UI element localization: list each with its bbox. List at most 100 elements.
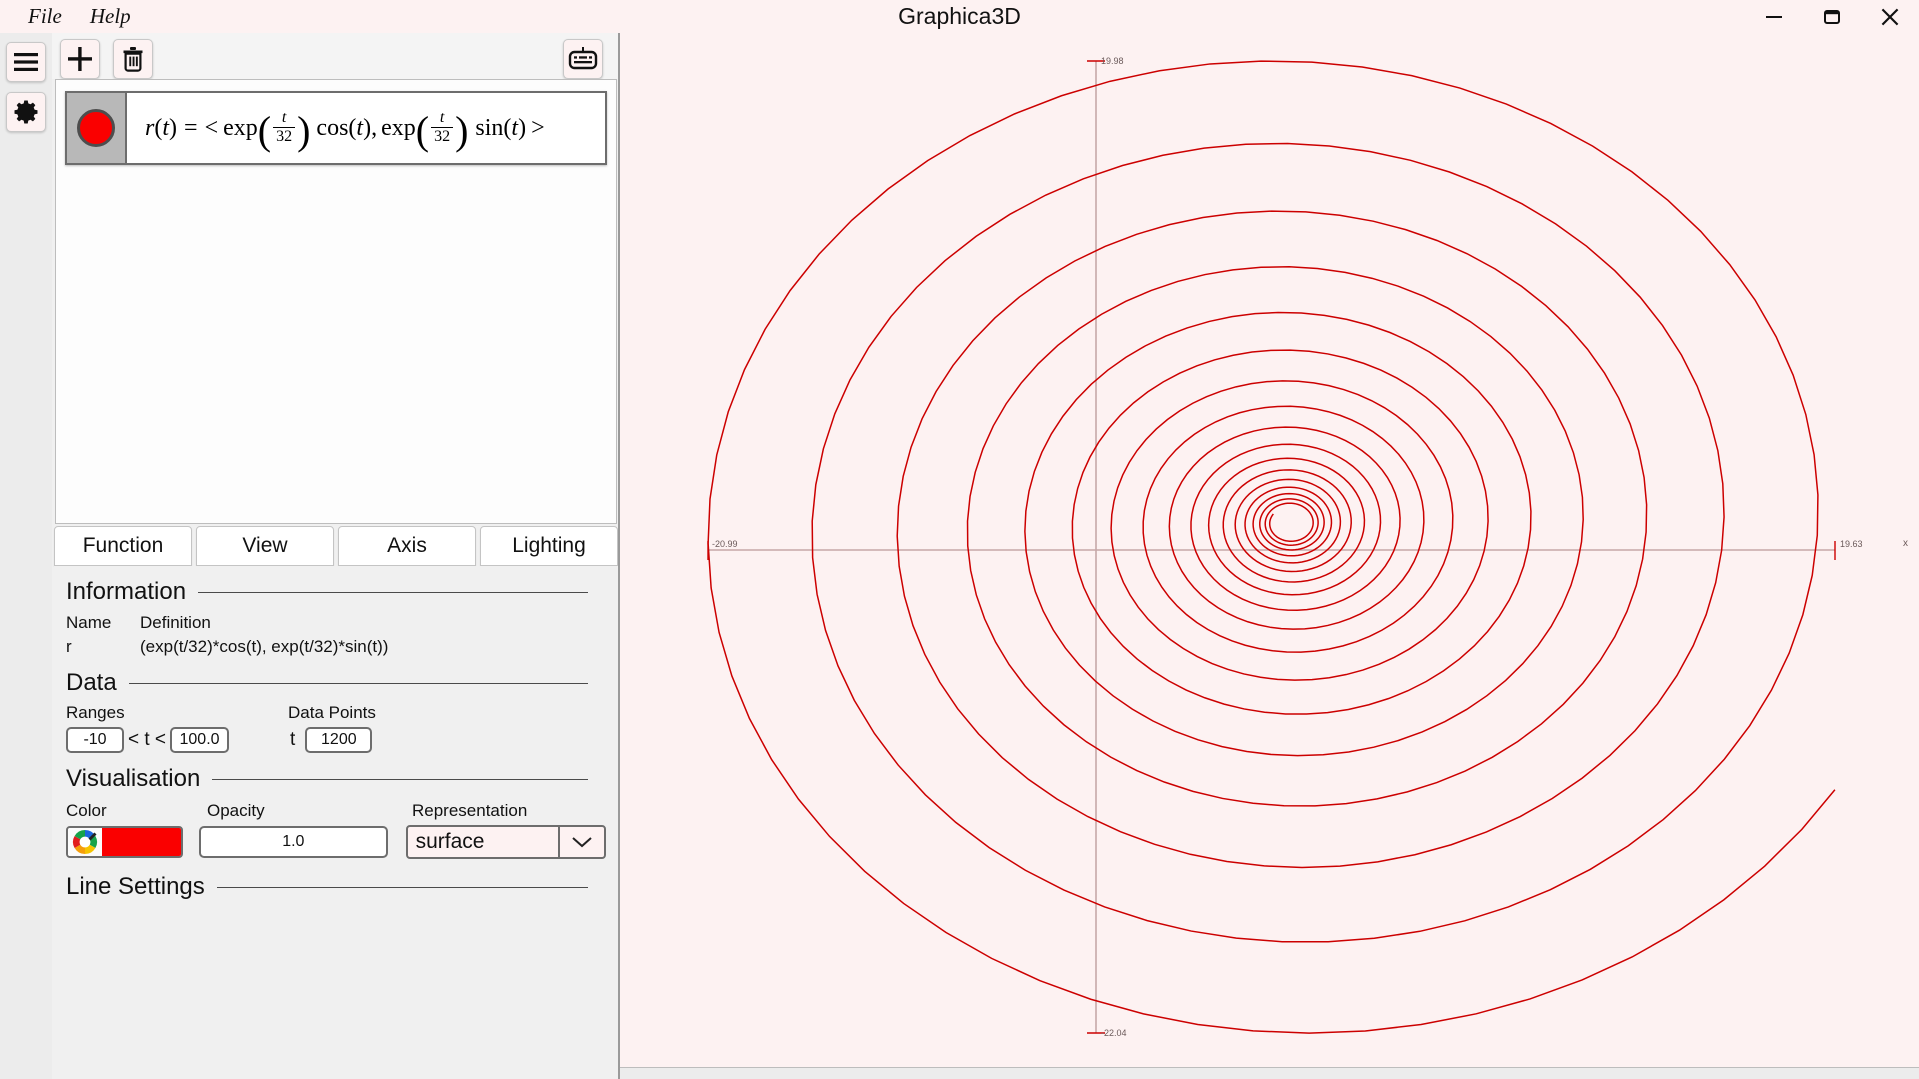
y-axis-tick-top-label: 19.98: [1101, 56, 1124, 66]
data-points-input[interactable]: 1200: [305, 727, 373, 753]
eq-var-1: t: [162, 114, 170, 141]
visualisation-heading: Visualisation: [66, 765, 201, 792]
color-swatch[interactable]: [102, 828, 182, 856]
tab-lighting[interactable]: Lighting: [480, 526, 618, 566]
tab-view[interactable]: View: [196, 526, 334, 566]
ranges-label: Ranges: [66, 703, 125, 722]
color-wheel-icon: [72, 830, 98, 854]
eq-var-2: t: [356, 114, 364, 141]
close-button[interactable]: [1861, 0, 1919, 33]
data-points-label: Data Points: [288, 703, 376, 722]
range-min-input[interactable]: -10: [66, 727, 124, 753]
visualisation-controls-row: 1.0 surface: [66, 825, 606, 859]
y-axis-tick-bottom-label: -22.04: [1101, 1028, 1127, 1038]
range-max-input[interactable]: 100.0: [170, 727, 230, 753]
eq-frac-2-num: t: [439, 109, 445, 127]
value-definition: (exp(t/32)*cos(t), exp(t/32)*sin(t)): [140, 637, 389, 656]
left-icon-rail: [0, 33, 53, 1079]
app-title: Graphica3D: [898, 3, 1021, 29]
spiral-plot: -20.99 19.63 19.98 -22.04 x: [707, 56, 1908, 1038]
plot-canvas[interactable]: -20.99 19.63 19.98 -22.04 x: [620, 33, 1919, 1067]
window-controls: [1745, 0, 1919, 33]
opacity-input[interactable]: 1.0: [199, 826, 388, 858]
eq-frac-1-num: t: [281, 109, 287, 127]
function-list: r (t) = < exp ( t 32 ) cos (t) , exp (t…: [55, 79, 617, 524]
data-divider: [128, 682, 588, 684]
menu-file[interactable]: File: [14, 0, 76, 33]
representation-dropdown-arrow[interactable]: [557, 827, 604, 857]
opacity-label: Opacity: [207, 801, 265, 820]
function-color-cell[interactable]: [67, 93, 127, 163]
minimize-button[interactable]: [1745, 0, 1803, 33]
color-wheel-button[interactable]: [68, 828, 102, 856]
data-heading: Data: [66, 669, 117, 696]
data-section-header: Data: [66, 669, 606, 697]
value-name: r: [66, 637, 72, 656]
x-axis-tick-right-label: 19.63: [1840, 539, 1863, 549]
column-definition: Definition: [140, 613, 211, 632]
function-row[interactable]: r (t) = < exp ( t 32 ) cos (t) , exp (t…: [65, 91, 607, 165]
eq-lhs: r: [145, 114, 155, 141]
information-section-header: Information: [66, 578, 606, 606]
eq-sin: sin: [475, 114, 504, 141]
range-inequality: < t <: [128, 729, 167, 750]
eq-close-angle: >: [531, 114, 545, 141]
function-panel: r (t) = < exp ( t 32 ) cos (t) , exp (t…: [52, 33, 620, 1079]
representation-dropdown[interactable]: surface: [405, 825, 606, 859]
keyboard-icon: [568, 47, 598, 70]
tab-axis[interactable]: Axis: [338, 526, 476, 566]
eq-equals: =: [184, 114, 198, 141]
plot-bottom-strip: [620, 1067, 1919, 1079]
information-heading: Information: [66, 578, 187, 605]
visualisation-section-header: Visualisation: [66, 765, 606, 793]
visualisation-labels-row: Color Opacity Representation: [66, 801, 606, 821]
eq-frac-2-den: 32: [431, 126, 454, 145]
column-name: Name: [66, 613, 112, 632]
tab-function[interactable]: Function: [54, 526, 192, 566]
eq-open-angle: <: [204, 114, 219, 141]
parametric-curve: [707, 60, 1836, 1034]
color-label: Color: [66, 801, 107, 820]
information-data-row: r (exp(t/32)*cos(t), exp(t/32)*sin(t)): [66, 637, 606, 657]
plus-icon: [68, 47, 92, 71]
add-function-button[interactable]: [60, 39, 100, 79]
settings-button[interactable]: [6, 92, 46, 132]
hamburger-menu-button[interactable]: [6, 42, 46, 82]
color-picker[interactable]: [66, 826, 184, 858]
visualisation-divider: [212, 778, 588, 780]
x-axis-tick-left-label: -20.99: [712, 539, 738, 549]
line-settings-heading: Line Settings: [66, 873, 205, 900]
information-table: Name Definition r (exp(t/32)*cos(t), exp…: [66, 613, 606, 657]
representation-label: Representation: [412, 801, 528, 820]
information-divider: [198, 591, 588, 593]
x-axis-label: x: [1903, 538, 1908, 549]
line-settings-divider: [216, 886, 588, 888]
menu-help[interactable]: Help: [76, 0, 145, 33]
function-equation[interactable]: r (t) = < exp ( t 32 ) cos (t) , exp (t…: [127, 93, 605, 163]
keyboard-button[interactable]: [563, 39, 603, 79]
function-color-dot[interactable]: [77, 109, 115, 147]
data-fields-row: -10 < t < 100.0 t 1200: [66, 727, 606, 753]
gear-icon: [14, 100, 38, 124]
eq-exp-2: exp: [381, 114, 416, 141]
restore-button[interactable]: [1803, 0, 1861, 33]
function-tab-content: Information Name Definition r (exp(t/32)…: [54, 566, 618, 1079]
close-icon: [1881, 8, 1899, 25]
line-settings-section-header: Line Settings: [66, 873, 606, 901]
eq-frac-2: t 32: [431, 109, 454, 145]
title-bar: File Help Graphica3D: [0, 0, 1919, 34]
data-points-var: t: [290, 729, 296, 750]
restore-icon: [1824, 9, 1840, 24]
information-header-row: Name Definition: [66, 613, 606, 633]
eq-exp-1: exp: [223, 114, 258, 141]
eq-frac-1: t 32: [273, 109, 296, 145]
chevron-down-icon: [572, 837, 592, 848]
trash-icon: [123, 47, 143, 72]
hamburger-menu-icon: [14, 53, 38, 71]
delete-function-button[interactable]: [113, 39, 153, 79]
data-labels-row: Ranges Data Points: [66, 703, 606, 723]
eq-var-3: t: [511, 114, 519, 141]
panel-tabs: Function View Axis Lighting: [54, 526, 618, 566]
panel-toolbar: [52, 33, 618, 79]
eq-frac-1-den: 32: [273, 126, 296, 145]
